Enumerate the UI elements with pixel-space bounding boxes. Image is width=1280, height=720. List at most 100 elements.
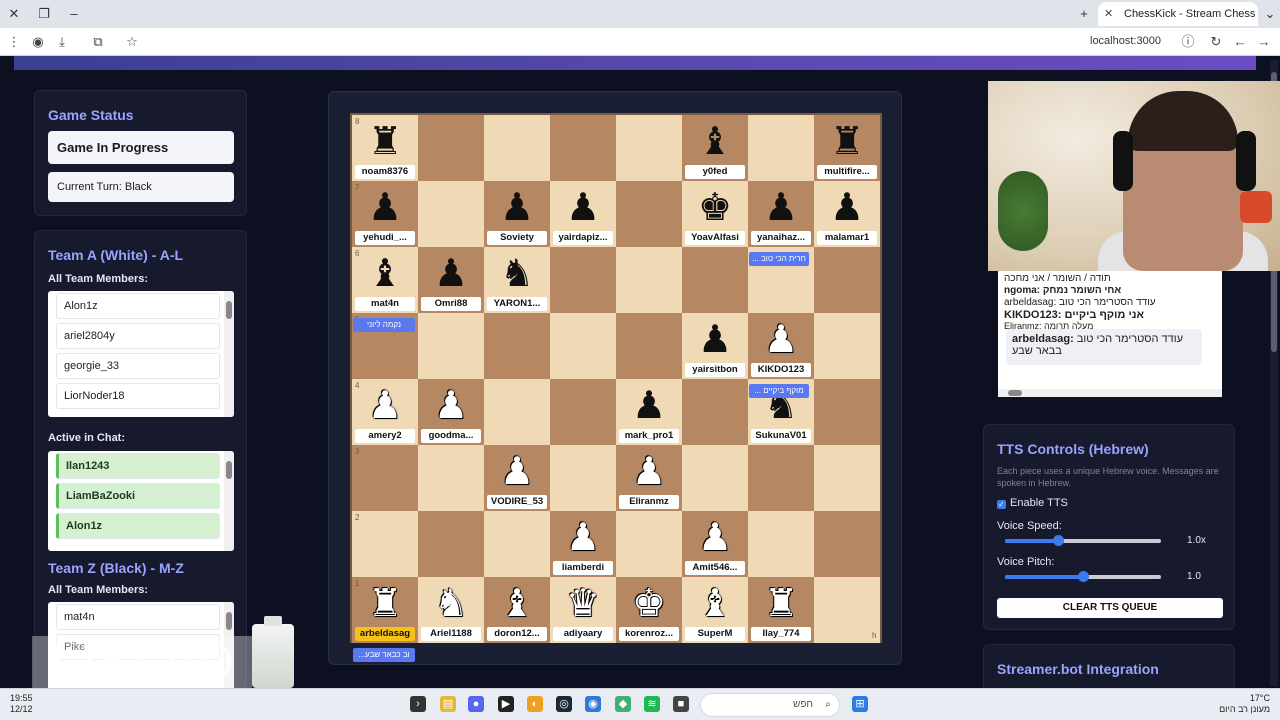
board-square[interactable] <box>550 115 616 181</box>
board-square[interactable] <box>550 445 616 511</box>
board-square[interactable]: 3 <box>352 445 418 511</box>
steam-icon[interactable]: ◎ <box>556 696 572 712</box>
checkbox-checked-icon[interactable]: ✓ <box>997 500 1006 509</box>
enable-tts-checkbox[interactable]: ✓ Enable TTS <box>997 497 1068 509</box>
board-square[interactable] <box>418 181 484 247</box>
board-square[interactable] <box>484 511 550 577</box>
board-square[interactable]: ♟ yairsitbon <box>682 313 748 379</box>
chess-piece[interactable]: ♟ <box>484 449 550 493</box>
chess-piece[interactable]: ♟ <box>682 317 748 361</box>
tab-search-icon[interactable]: ⌄ <box>1262 6 1278 22</box>
chess-piece[interactable]: ♝ <box>682 119 748 163</box>
board-square[interactable]: ♟ Soviety <box>484 181 550 247</box>
file-explorer-icon[interactable]: ▤ <box>440 696 456 712</box>
terminal-icon[interactable]: › <box>410 696 426 712</box>
board-square[interactable]: ♟ liamberdi <box>550 511 616 577</box>
board-square[interactable]: ♝ SuperM <box>682 577 748 643</box>
chess-piece[interactable]: ♜ <box>748 581 814 625</box>
board-square[interactable] <box>748 445 814 511</box>
chess-piece[interactable]: ♞ <box>418 581 484 625</box>
chess-piece[interactable]: ♟ <box>616 383 682 427</box>
chess-piece[interactable]: ♚ <box>682 185 748 229</box>
team-a-active-list[interactable]: Ilan1243 LiamBaZooki Alon1z <box>48 451 234 551</box>
board-square[interactable]: ♟ VODIRE_53 <box>484 445 550 511</box>
chess-piece[interactable]: ♞ <box>484 251 550 295</box>
edge-icon[interactable]: ◉ <box>30 34 46 50</box>
chess-piece[interactable]: ♝ <box>682 581 748 625</box>
chess-piece[interactable]: ♚ <box>616 581 682 625</box>
board-square[interactable]: 7 ♟ yehudi_... <box>352 181 418 247</box>
voice-pitch-slider[interactable] <box>1005 571 1161 582</box>
chess-piece[interactable]: ♟ <box>748 185 814 229</box>
favorite-star-icon[interactable]: ☆ <box>124 34 140 50</box>
chess-piece[interactable]: ♝ <box>484 581 550 625</box>
chess-piece[interactable]: ♟ <box>682 515 748 559</box>
board-square[interactable] <box>484 115 550 181</box>
back-icon[interactable]: ← <box>1232 34 1248 50</box>
board-square[interactable]: 4 ♟ amery2 <box>352 379 418 445</box>
board-square[interactable] <box>484 313 550 379</box>
app-icon[interactable]: ■ <box>673 696 689 712</box>
board-square[interactable] <box>550 313 616 379</box>
board-square[interactable] <box>550 379 616 445</box>
weather-widget[interactable]: 17°C מעונן רב היום <box>1200 693 1270 715</box>
board-square[interactable] <box>814 313 880 379</box>
taskbar-search[interactable]: חפש ⌕ <box>700 693 840 717</box>
board-square[interactable]: ♞ Ariel1188 <box>418 577 484 643</box>
board-square[interactable]: ♟ mark_pro1 <box>616 379 682 445</box>
app-icon[interactable]: ◆ <box>615 696 631 712</box>
chess-piece[interactable]: ♟ <box>352 383 418 427</box>
browser-tab[interactable]: ✕ ChessKick - Stream Chess G <box>1098 2 1258 26</box>
board-square[interactable] <box>616 313 682 379</box>
board-square[interactable]: 6 ♝ mat4n <box>352 247 418 313</box>
windows-start-icon[interactable]: ⊞ <box>852 696 868 712</box>
discord-icon[interactable]: ● <box>468 696 484 712</box>
team-a-members-list[interactable]: Alon1z ariel2804y georgie_33 LiorNoder18 <box>48 291 234 417</box>
restore-window-icon[interactable]: ❐ <box>36 6 52 22</box>
chess-piece[interactable]: ♜ <box>814 119 880 163</box>
board-square[interactable]: 8 ♜ noam8376 <box>352 115 418 181</box>
menu-icon[interactable]: ⋮ <box>6 34 22 50</box>
edge-taskbar-icon[interactable]: ◉ <box>585 696 601 712</box>
app-icon[interactable]: ◐ <box>527 696 543 712</box>
chess-piece[interactable]: ♛ <box>550 581 616 625</box>
board-square[interactable] <box>616 247 682 313</box>
board-square[interactable] <box>814 247 880 313</box>
board-square[interactable]: ♚ YoavAlfasi <box>682 181 748 247</box>
board-square[interactable] <box>748 115 814 181</box>
board-square[interactable] <box>814 379 880 445</box>
chess-piece[interactable]: ♜ <box>352 119 418 163</box>
board-square[interactable] <box>418 313 484 379</box>
chess-piece[interactable]: ♟ <box>748 317 814 361</box>
address-bar[interactable]: localhost:3000 <box>1090 35 1161 47</box>
new-tab-icon[interactable]: + <box>1076 6 1092 22</box>
board-square[interactable]: ♟ yairdapiz... <box>550 181 616 247</box>
reload-icon[interactable]: ↻ <box>1208 34 1224 50</box>
board-square[interactable] <box>682 379 748 445</box>
chess-piece[interactable]: ♟ <box>616 449 682 493</box>
board-square[interactable]: 2 <box>352 511 418 577</box>
board-square[interactable] <box>814 511 880 577</box>
media-player-icon[interactable]: ▶ <box>498 696 514 712</box>
board-square[interactable]: ♟ Amit546... <box>682 511 748 577</box>
chess-piece[interactable]: ♟ <box>352 185 418 229</box>
board-square[interactable] <box>682 445 748 511</box>
board-square[interactable]: ♟ KIKDO123 <box>748 313 814 379</box>
chess-piece[interactable]: ♟ <box>418 383 484 427</box>
board-square[interactable] <box>418 511 484 577</box>
chat-hscrollbar[interactable] <box>998 389 1222 397</box>
site-info-icon[interactable]: ⓘ <box>1180 34 1196 50</box>
slider-handle[interactable] <box>1078 571 1089 582</box>
board-square[interactable]: ♜ Ilay_774 <box>748 577 814 643</box>
chess-piece[interactable]: ♟ <box>484 185 550 229</box>
close-tab-icon[interactable]: ✕ <box>1104 2 1113 26</box>
board-square[interactable]: ♟ goodma... <box>418 379 484 445</box>
board-square[interactable] <box>484 379 550 445</box>
board-square[interactable]: ♛ adiyaary <box>550 577 616 643</box>
close-window-icon[interactable]: ✕ <box>6 6 22 22</box>
board-square[interactable] <box>616 181 682 247</box>
board-square[interactable] <box>616 511 682 577</box>
extensions-icon[interactable]: ⧉ <box>90 34 106 50</box>
board-square[interactable] <box>748 511 814 577</box>
chat-panel[interactable]: תודה / השומר / אני מחכה ngoma: אחי השומר… <box>998 271 1222 397</box>
